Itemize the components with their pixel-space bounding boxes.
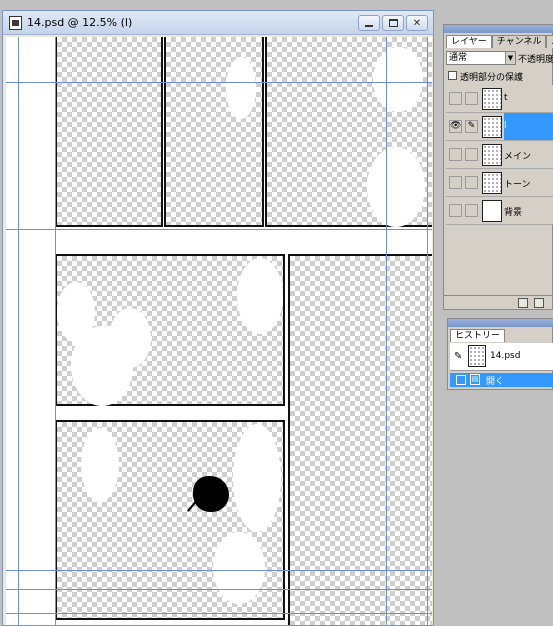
eye-icon[interactable]: 👁: [449, 120, 462, 133]
layer-thumbnail: [482, 172, 502, 194]
comic-panel: [265, 37, 432, 227]
history-state-marker[interactable]: [456, 375, 466, 385]
opacity-label: 不透明度: [518, 55, 553, 65]
palette-titlebar[interactable]: [448, 319, 553, 327]
guide-line: [6, 589, 432, 590]
speech-balloon: [81, 428, 119, 502]
guide-line: [55, 37, 56, 625]
layer-row[interactable]: メイン: [446, 141, 553, 169]
open-document-icon: ▤: [470, 374, 480, 385]
tab-paths[interactable]: パ: [546, 35, 553, 48]
guide-line: [427, 37, 428, 625]
link-toggle[interactable]: [465, 204, 478, 217]
tab-channels[interactable]: チャンネル: [491, 35, 547, 48]
layer-selection-highlight: [504, 113, 553, 140]
layers-tabs: レイヤー チャンネル パ: [446, 35, 553, 49]
guide-line: [18, 37, 19, 625]
layer-name: トーン: [504, 180, 531, 190]
history-item[interactable]: ▤ 開く: [450, 373, 553, 387]
ink-splat: [193, 476, 229, 512]
maximize-icon: [388, 19, 398, 27]
blend-mode-value: 通常: [449, 53, 468, 63]
layers-palette[interactable]: レイヤー チャンネル パ 通常 ▼ 不透明度 透明部分の保護 t 👁: [443, 24, 553, 310]
link-toggle[interactable]: [465, 176, 478, 189]
comic-panel: [55, 254, 285, 406]
comic-panel: [55, 37, 163, 227]
maximize-button[interactable]: [382, 15, 404, 31]
history-palette[interactable]: ヒストリー ✎ 14.psd ▤ 開く: [447, 318, 553, 390]
lock-transparency-row: 透明部分の保護: [446, 69, 553, 83]
guide-line: [386, 37, 387, 625]
speech-balloon: [213, 532, 265, 604]
minimize-icon: [365, 25, 373, 27]
comic-panel: [55, 420, 285, 620]
chevron-down-icon[interactable]: ▼: [505, 52, 515, 64]
palette-titlebar[interactable]: [444, 25, 553, 33]
snapshot-label: 14.psd: [490, 351, 521, 361]
close-icon: ✕: [412, 17, 422, 29]
speech-balloon: [367, 147, 425, 227]
layer-row[interactable]: 👁 ✎ l: [446, 113, 553, 141]
blend-mode-select[interactable]: 通常 ▼: [446, 51, 516, 65]
document-titlebar[interactable]: 14.psd @ 12.5% (l) ✕: [3, 11, 433, 35]
guide-line: [6, 82, 432, 83]
link-toggle[interactable]: [465, 148, 478, 161]
layer-row[interactable]: トーン: [446, 169, 553, 197]
speech-balloon: [233, 424, 281, 532]
visibility-toggle[interactable]: [449, 92, 462, 105]
layer-row[interactable]: t: [446, 85, 553, 113]
history-snapshot[interactable]: ✎ 14.psd: [450, 343, 553, 371]
brush-icon[interactable]: ✎: [465, 120, 478, 133]
psd-file-icon: [9, 16, 22, 30]
guide-line: [6, 570, 432, 571]
blend-row: 通常 ▼ 不透明度: [446, 51, 553, 67]
new-layer-icon[interactable]: [518, 298, 528, 308]
layer-thumbnail: [482, 144, 502, 166]
speech-balloon: [109, 308, 151, 368]
history-brush-icon[interactable]: ✎: [454, 351, 462, 362]
speech-balloon: [237, 258, 283, 334]
snapshot-thumbnail: [468, 345, 486, 367]
visibility-toggle[interactable]: [449, 176, 462, 189]
layer-row[interactable]: 背景: [446, 197, 553, 225]
comic-panel: [164, 37, 264, 227]
lock-transparency-checkbox[interactable]: [448, 71, 457, 80]
workspace: 14.psd @ 12.5% (l) ✕ レイヤー チャンネル 通常 ▼ 不透明…: [0, 0, 553, 626]
layer-name: 背景: [504, 208, 523, 218]
document-window[interactable]: 14.psd @ 12.5% (l) ✕: [2, 10, 434, 626]
layer-list: t 👁 ✎ l メイン トーン 背景: [446, 85, 553, 265]
close-button[interactable]: ✕: [406, 15, 428, 31]
document-title: 14.psd @ 12.5% (l): [27, 16, 133, 29]
visibility-toggle[interactable]: [449, 204, 462, 217]
guide-line: [6, 613, 432, 614]
history-item-label: 開く: [486, 377, 505, 387]
minimize-button[interactable]: [358, 15, 380, 31]
link-toggle[interactable]: [465, 92, 478, 105]
layer-thumbnail: [482, 200, 502, 222]
tab-layers[interactable]: レイヤー: [446, 35, 492, 48]
trash-icon[interactable]: [534, 298, 544, 308]
layer-thumbnail: [482, 116, 502, 138]
lock-transparency-label: 透明部分の保護: [460, 73, 524, 83]
layer-name: t: [504, 93, 508, 103]
layer-name: l: [504, 121, 507, 131]
tab-history[interactable]: ヒストリー: [450, 329, 506, 342]
guide-line: [6, 229, 432, 230]
layer-name: メイン: [504, 152, 532, 162]
layers-footer: [444, 295, 552, 309]
layer-thumbnail: [482, 88, 502, 110]
visibility-toggle[interactable]: [449, 148, 462, 161]
speech-balloon: [373, 47, 423, 112]
document-canvas[interactable]: [6, 37, 432, 625]
speech-balloon: [226, 57, 256, 119]
